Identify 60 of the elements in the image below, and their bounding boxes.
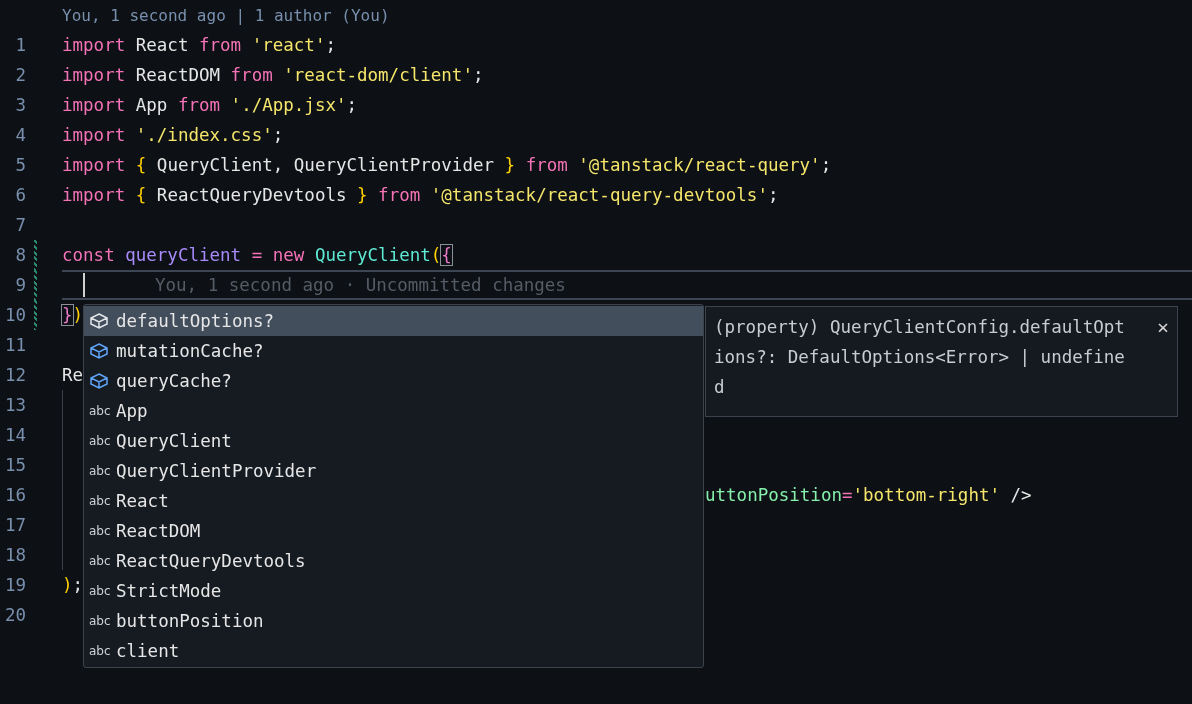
line-number: 10 xyxy=(3,303,26,327)
suggestion-item[interactable]: abc client xyxy=(84,636,703,666)
code-line: import './index.css'; xyxy=(62,123,284,147)
suggestion-item[interactable]: abc StrictMode xyxy=(84,576,703,606)
cube-icon xyxy=(89,372,109,390)
code-line: ); xyxy=(62,573,84,597)
line-number: 12 xyxy=(3,363,26,387)
line-number: 9 xyxy=(14,273,26,297)
code-line: import App from './App.jsx'; xyxy=(62,93,358,117)
suggestion-item[interactable]: abc QueryClientProvider xyxy=(84,456,703,486)
line-number: 8 xyxy=(14,243,26,267)
text-icon: abc xyxy=(89,492,109,510)
cube-icon xyxy=(89,312,109,330)
line-number: 1 xyxy=(14,33,26,57)
line-number: 2 xyxy=(14,63,26,87)
blame-header: You, 1 second ago | 1 author (You) xyxy=(62,5,390,27)
text-icon: abc xyxy=(89,402,109,420)
line-number: 19 xyxy=(3,573,26,597)
line-number: 16 xyxy=(3,483,26,507)
details-text: (property) QueryClientConfig.defaultOptions?: DefaultOptions<Error> | undefined xyxy=(714,316,1126,399)
code-line: Re xyxy=(62,363,84,387)
line-number: 17 xyxy=(3,513,26,537)
line-number: 11 xyxy=(3,333,26,357)
code-line: import { ReactQueryDevtools } from '@tanstack/react-query-devtools'; xyxy=(62,183,779,207)
code-line: import ReactDOM from 'react-dom/client'; xyxy=(62,63,484,87)
text-icon: abc xyxy=(89,642,109,660)
text-icon: abc xyxy=(89,552,109,570)
suggestion-item[interactable]: abc ReactDOM xyxy=(84,516,703,546)
line-number: 6 xyxy=(14,183,26,207)
text-icon: abc xyxy=(89,462,109,480)
suggestion-item[interactable]: abc ReactQueryDevtools xyxy=(84,546,703,576)
line-number: 13 xyxy=(3,393,26,417)
line-number: 5 xyxy=(14,153,26,177)
text-icon: abc xyxy=(89,522,109,540)
text-cursor xyxy=(83,273,85,297)
line-number: 3 xyxy=(14,93,26,117)
suggestion-item[interactable]: abc App xyxy=(84,396,703,426)
text-icon: abc xyxy=(89,432,109,450)
line-number: 18 xyxy=(3,543,26,567)
close-button[interactable]: × xyxy=(1156,312,1169,342)
code-line: }) xyxy=(62,303,84,327)
code-line: import React from 'react'; xyxy=(62,33,336,57)
line-number: 15 xyxy=(3,453,26,477)
code-line: const queryClient = new QueryClient({ xyxy=(62,243,452,267)
text-icon: abc xyxy=(89,582,109,600)
line-number: 7 xyxy=(14,213,26,237)
suggestion-item[interactable]: abc buttonPosition xyxy=(84,606,703,636)
code-line: import { QueryClient, QueryClientProvider } from '@tanstack/react-query'; xyxy=(62,153,832,177)
suggestion-item[interactable]: abc React xyxy=(84,486,703,516)
line-number: 14 xyxy=(3,423,26,447)
line-number: 4 xyxy=(14,123,26,147)
suggestion-item[interactable]: abc QueryClient xyxy=(84,426,703,456)
suggestion-item[interactable]: mutationCache? xyxy=(84,336,703,366)
code-line: uttonPosition='bottom-right' /> xyxy=(705,483,1032,507)
inline-blame: You, 1 second ago · Uncommitted changes xyxy=(155,273,566,297)
text-icon: abc xyxy=(89,612,109,630)
line-number: 20 xyxy=(3,603,26,627)
suggestion-item[interactable]: queryCache? xyxy=(84,366,703,396)
suggestion-item[interactable]: defaultOptions? xyxy=(84,306,703,336)
cube-icon xyxy=(89,342,109,360)
